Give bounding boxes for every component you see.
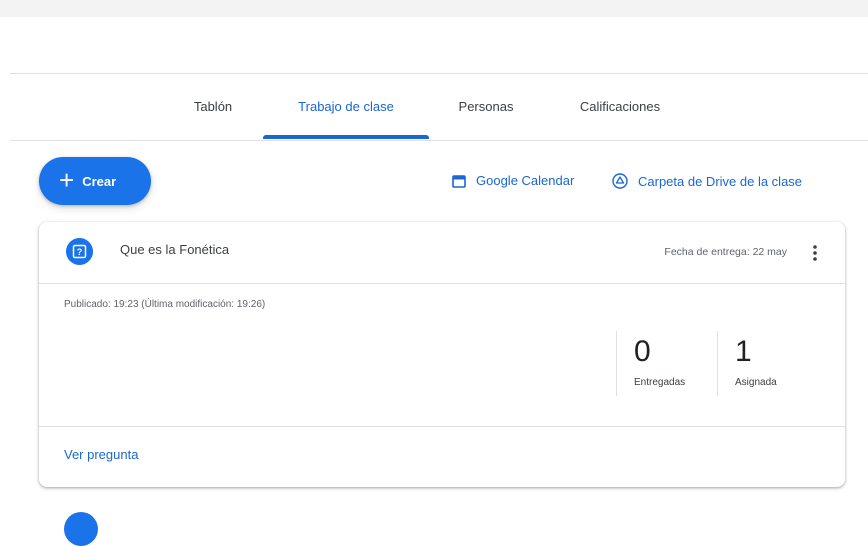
tab-calificaciones[interactable]: Calificaciones	[562, 74, 678, 140]
card-footer-divider	[39, 426, 845, 427]
active-tab-indicator	[263, 135, 429, 139]
question-icon: ?	[66, 238, 93, 265]
stat-assigned[interactable]: 1 Asignada	[717, 331, 828, 396]
google-calendar-link[interactable]: Google Calendar	[452, 173, 574, 188]
tab-personas[interactable]: Personas	[450, 74, 522, 140]
assignment-card[interactable]: ? Que es la Fonética Fecha de entrega: 2…	[39, 222, 845, 487]
assignment-card-header[interactable]: ? Que es la Fonética Fecha de entrega: 2…	[39, 222, 845, 284]
calendar-icon	[452, 174, 466, 188]
google-calendar-label: Google Calendar	[476, 173, 575, 188]
next-item-icon	[64, 512, 98, 546]
submission-stats: 0 Entregadas 1 Asignada	[616, 331, 836, 396]
stat-turned-in[interactable]: 0 Entregadas	[616, 331, 718, 396]
assignment-title: Que es la Fonética	[120, 242, 230, 257]
class-tabs: Tablón Trabajo de clase Personas Calific…	[0, 74, 868, 140]
svg-text:?: ?	[77, 247, 83, 257]
tab-trabajo-de-clase[interactable]: Trabajo de clase	[263, 74, 429, 140]
plus-icon: +	[59, 165, 75, 195]
assigned-count: 1	[735, 335, 752, 368]
tab-tablon[interactable]: Tablón	[187, 74, 239, 140]
turned-in-label: Entregadas	[634, 377, 686, 388]
drive-folder-link[interactable]: Carpeta de Drive de la clase	[612, 173, 802, 189]
top-strip	[0, 0, 868, 17]
turned-in-count: 0	[634, 335, 651, 368]
drive-folder-label: Carpeta de Drive de la clase	[638, 173, 803, 189]
create-button-label: Crear	[82, 173, 117, 189]
create-button[interactable]: + Crear	[39, 157, 151, 205]
published-info: Publicado: 19:23 (Última modificación: 1…	[64, 299, 266, 310]
drive-icon	[612, 173, 628, 189]
due-date: Fecha de entrega: 22 may	[664, 246, 787, 258]
more-options-icon[interactable]	[811, 241, 819, 265]
view-question-link[interactable]: Ver pregunta	[64, 447, 138, 462]
tabs-divider	[10, 140, 868, 141]
assigned-label: Asignada	[735, 377, 777, 388]
